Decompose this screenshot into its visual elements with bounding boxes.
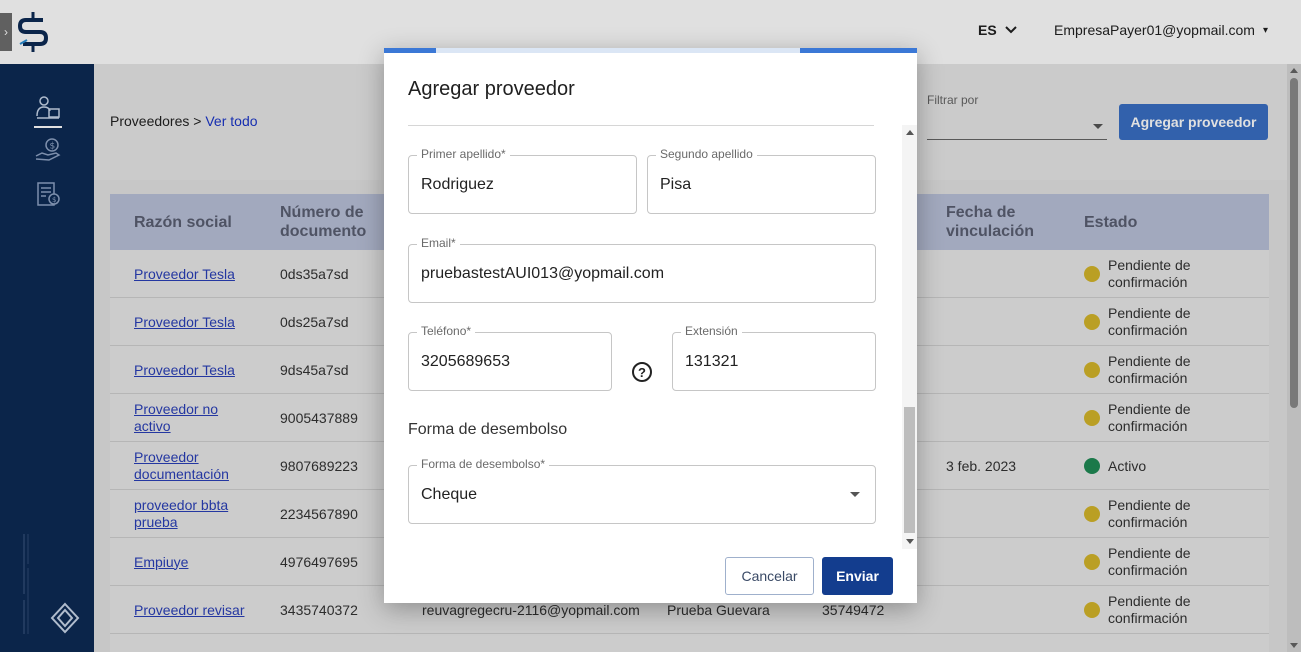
phone-value: 3205689653 [421, 352, 510, 370]
disbursement-select[interactable]: Forma de desembolso* Cheque [408, 457, 876, 524]
divider [408, 125, 874, 126]
first-surname-field[interactable]: Primer apellido* Rodriguez [408, 147, 637, 214]
dialog-scrollbar[interactable] [902, 125, 917, 549]
progress-bar [384, 48, 917, 53]
dialog-title: Agregar proveedor [408, 78, 575, 100]
add-supplier-dialog: Agregar proveedor Primer apellido* Rodri… [384, 48, 917, 603]
disbursement-section-title: Forma de desembolso [408, 421, 568, 438]
email-field[interactable]: Email* pruebastestAUI013@yopmail.com [408, 236, 876, 303]
scroll-up-icon[interactable] [906, 130, 914, 135]
extension-value: 131321 [685, 352, 739, 370]
dialog-scroll-thumb[interactable] [904, 407, 915, 533]
first-surname-value: Rodriguez [421, 175, 494, 193]
progress-segment [436, 48, 800, 53]
phone-field[interactable]: Teléfono* 3205689653 [408, 324, 612, 391]
scroll-down-icon[interactable] [906, 539, 914, 544]
cancel-button[interactable]: Cancelar [725, 557, 814, 595]
extension-field[interactable]: Extensión 131321 [672, 324, 876, 391]
disbursement-value: Cheque [421, 485, 478, 503]
second-surname-field[interactable]: Segundo apellido Pisa [647, 147, 876, 214]
second-surname-value: Pisa [660, 175, 692, 193]
submit-button[interactable]: Enviar [822, 557, 893, 595]
caret-down-icon [850, 492, 860, 497]
email-value: pruebastestAUI013@yopmail.com [421, 264, 665, 282]
help-icon[interactable]: ? [632, 362, 652, 382]
